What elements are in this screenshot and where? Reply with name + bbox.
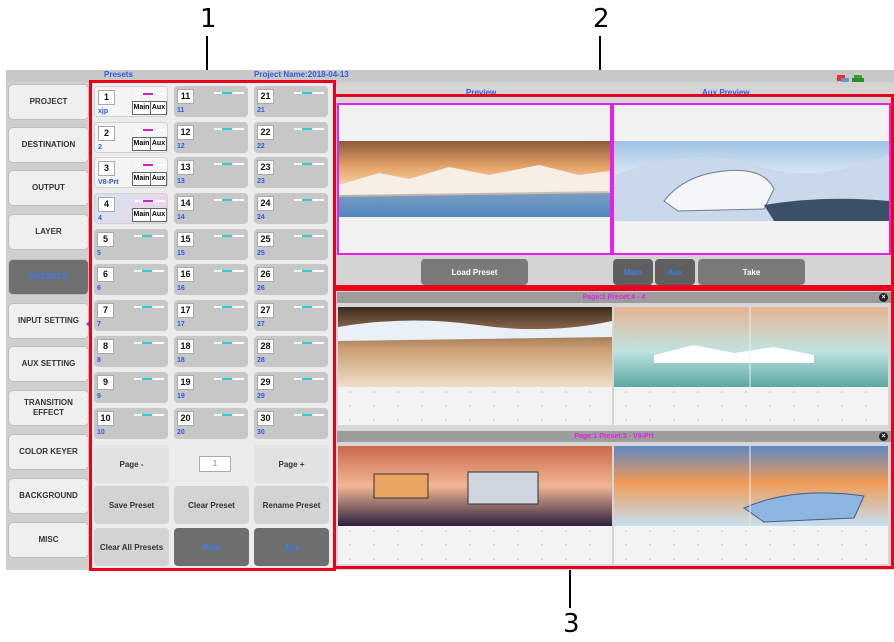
keyboard-icon[interactable] xyxy=(852,72,864,85)
highlight-box-preview xyxy=(333,94,894,288)
nav-presets[interactable]: PRESETS xyxy=(8,259,89,295)
nav-destination[interactable]: DESTINATION xyxy=(8,127,89,163)
nav-project[interactable]: PROJECT xyxy=(8,84,89,120)
nav-color-keyer[interactable]: COLOR KEYER xyxy=(8,434,89,470)
nav-output[interactable]: OUTPUT xyxy=(8,170,89,206)
nav-transition-effect[interactable]: TRANSITION EFFECT xyxy=(8,390,89,426)
nav-aux-setting[interactable]: AUX SETTING xyxy=(8,346,89,382)
nav-background[interactable]: BACKGROUND xyxy=(8,478,89,514)
nav-layer[interactable]: LAYER xyxy=(8,214,89,250)
callout-3: 3 xyxy=(563,609,580,639)
callout-1: 1 xyxy=(200,4,217,34)
window-icon[interactable] xyxy=(836,72,850,84)
callout-2: 2 xyxy=(593,4,610,34)
highlight-box-groups xyxy=(333,288,894,569)
nav-input-setting[interactable]: INPUT SETTING xyxy=(8,303,89,339)
project-name: Project Name:2018-04-13 xyxy=(254,70,349,79)
nav-misc[interactable]: MISC xyxy=(8,522,89,558)
presets-title: Presets xyxy=(104,70,133,79)
highlight-box-presets xyxy=(89,80,336,571)
